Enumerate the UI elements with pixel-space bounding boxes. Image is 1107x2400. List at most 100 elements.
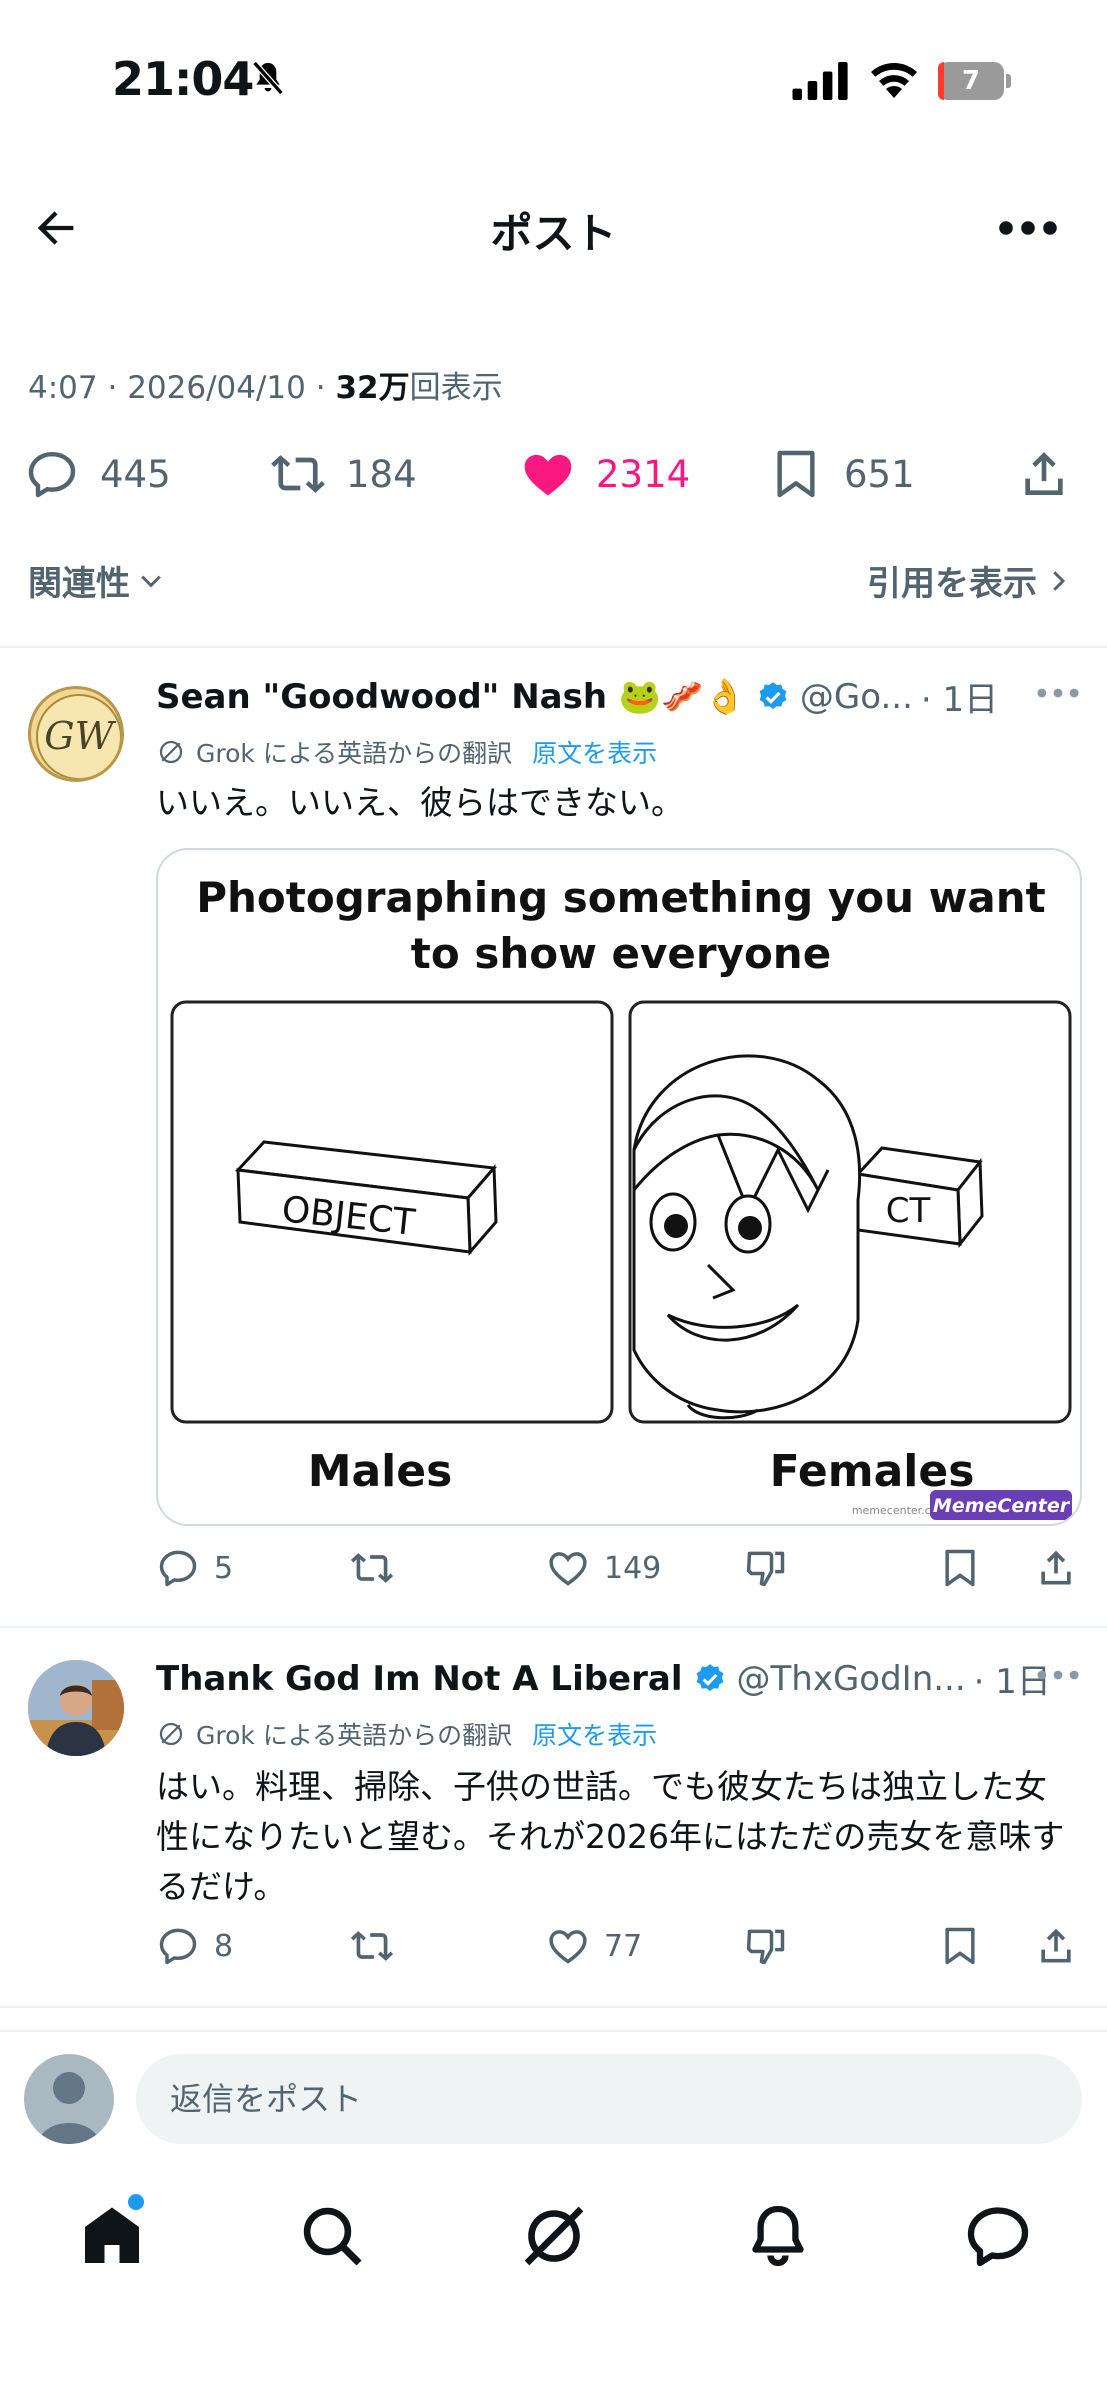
- avatar[interactable]: [28, 1660, 124, 1756]
- like-count-button[interactable]: 2314: [520, 444, 690, 504]
- reply-button[interactable]: 8: [156, 1924, 233, 1968]
- like-count: 77: [604, 1928, 643, 1964]
- dislike-button[interactable]: [744, 1924, 788, 1968]
- sort-relevance-dropdown[interactable]: 関連性: [28, 556, 166, 605]
- bookmark-button[interactable]: [938, 1924, 982, 1968]
- repost-button[interactable]: [350, 1546, 394, 1590]
- author-line: Sean "Goodwood" Nash 🐸🥓👌 @Go... · 1日: [156, 672, 998, 721]
- like-button[interactable]: 77: [546, 1924, 642, 1968]
- meta-separator: ·: [107, 370, 118, 406]
- bottom-nav: [0, 2180, 1107, 2300]
- meme-title-2: to show everyone: [411, 929, 831, 978]
- reply-button[interactable]: 5: [156, 1546, 233, 1590]
- repost-icon: [350, 1553, 394, 1583]
- share-icon: [1041, 1928, 1071, 1963]
- reply-count: 5: [214, 1550, 234, 1586]
- page-title: ポスト: [490, 209, 617, 258]
- divider: [0, 2030, 1107, 2032]
- bookmark-button[interactable]: [938, 1546, 982, 1590]
- grok-nav-icon: [524, 2206, 584, 2266]
- avatar-photo: [28, 1660, 124, 1756]
- dislike-icon: [746, 1929, 785, 1965]
- repost-icon: [350, 1931, 394, 1961]
- view-quotes-label: 引用を表示: [867, 564, 1037, 604]
- share-button[interactable]: [1034, 1924, 1078, 1968]
- status-time: 21:04: [112, 52, 254, 106]
- bookmark-icon: [777, 450, 815, 498]
- avatar[interactable]: GW: [28, 686, 124, 782]
- reply-count: 8: [214, 1928, 234, 1964]
- reply-text: いいえ。いいえ、彼らはできない。: [156, 783, 684, 822]
- author-line: Thank God Im Not A Liberal @ThxGodIn... …: [156, 1654, 1051, 1703]
- watermark-logo: MemeCenter: [933, 1495, 1071, 1517]
- bookmark-count-button[interactable]: 651: [768, 444, 915, 504]
- verified-icon: [759, 681, 787, 709]
- author-handle: @Go...: [799, 676, 913, 717]
- bookmark-count: 651: [844, 452, 915, 496]
- meta-separator: ·: [315, 370, 326, 406]
- like-count: 2314: [596, 452, 691, 496]
- nav-messages[interactable]: [962, 2200, 1034, 2272]
- grok-icon: [159, 740, 183, 764]
- reply-text: はい。料理、掃除、子供の世話。でも彼女たちは独立した女性になりたいと望む。それが…: [156, 1767, 1065, 1906]
- heart-icon: [549, 1930, 587, 1964]
- notification-dot: [128, 2194, 144, 2210]
- translation-note: Grok による英語からの翻訳 原文を表示: [156, 1716, 657, 1752]
- author-name[interactable]: Thank God Im Not A Liberal: [156, 1659, 683, 1699]
- post-date: 2026/04/10: [127, 370, 306, 406]
- nav-notifications[interactable]: [742, 2200, 814, 2272]
- reply-icon: [28, 451, 76, 498]
- verified-icon: [696, 1663, 723, 1691]
- battery-icon: 7: [938, 62, 1011, 100]
- view-label: 回表示: [409, 370, 503, 406]
- show-original-link[interactable]: 原文を表示: [532, 734, 657, 770]
- divider: [0, 2006, 1107, 2008]
- wifi-icon: [871, 63, 917, 98]
- label-females: Females: [770, 1446, 975, 1497]
- reply-input[interactable]: 返信をポスト: [136, 2054, 1082, 2144]
- repost-count-button[interactable]: 184: [270, 444, 417, 504]
- sort-relevance-label: 関連性: [28, 564, 130, 604]
- more-icon[interactable]: [998, 210, 1058, 246]
- like-count: 149: [604, 1550, 662, 1586]
- more-icon[interactable]: [1036, 1668, 1080, 1682]
- show-original-link[interactable]: 原文を表示: [532, 1716, 657, 1752]
- reply-icon: [159, 1928, 197, 1965]
- nav-search[interactable]: [296, 2200, 368, 2272]
- reply-count-button[interactable]: 445: [24, 444, 171, 504]
- dislike-icon: [746, 1551, 785, 1587]
- post-meta: 4:07 · 2026/04/10 · 32万回表示: [28, 362, 503, 407]
- composer-avatar[interactable]: [24, 2054, 114, 2144]
- divider: [0, 646, 1107, 648]
- messages-icon: [967, 2207, 1029, 2267]
- meme-title-1: Photographing something you want: [196, 873, 1045, 922]
- label-males: Males: [308, 1446, 453, 1497]
- heart-icon: [524, 454, 572, 496]
- like-button[interactable]: 149: [546, 1546, 661, 1590]
- share-button[interactable]: [1034, 1546, 1078, 1590]
- reply-time: · 1日: [920, 680, 999, 720]
- bookmark-icon: [945, 1549, 975, 1587]
- view-quotes-link[interactable]: 引用を表示: [867, 556, 1073, 605]
- nav-grok[interactable]: [518, 2200, 590, 2272]
- translation-label: Grok による英語からの翻訳: [196, 739, 513, 768]
- more-icon[interactable]: [1036, 686, 1080, 700]
- chevron-down-icon: [141, 575, 161, 587]
- attached-image[interactable]: Photographing something you want to show…: [156, 848, 1082, 1526]
- home-icon: [85, 2207, 139, 2263]
- heart-icon: [549, 1552, 587, 1586]
- reply-icon: [159, 1550, 197, 1587]
- share-button[interactable]: [1016, 444, 1072, 504]
- share-icon: [1025, 452, 1063, 495]
- view-count: 32万: [335, 370, 410, 406]
- meme-image: Photographing something you want to show…: [170, 873, 1072, 1520]
- grok-icon: [159, 1722, 183, 1746]
- nav-home[interactable]: [76, 2200, 148, 2272]
- dislike-button[interactable]: [744, 1546, 788, 1590]
- repost-icon: [271, 455, 325, 493]
- author-name[interactable]: Sean "Goodwood" Nash 🐸🥓👌: [156, 677, 746, 717]
- repost-button[interactable]: [350, 1924, 394, 1968]
- status-bar: 21:04 7: [0, 0, 1107, 140]
- signal-icon: [792, 62, 848, 100]
- share-icon: [1041, 1550, 1071, 1585]
